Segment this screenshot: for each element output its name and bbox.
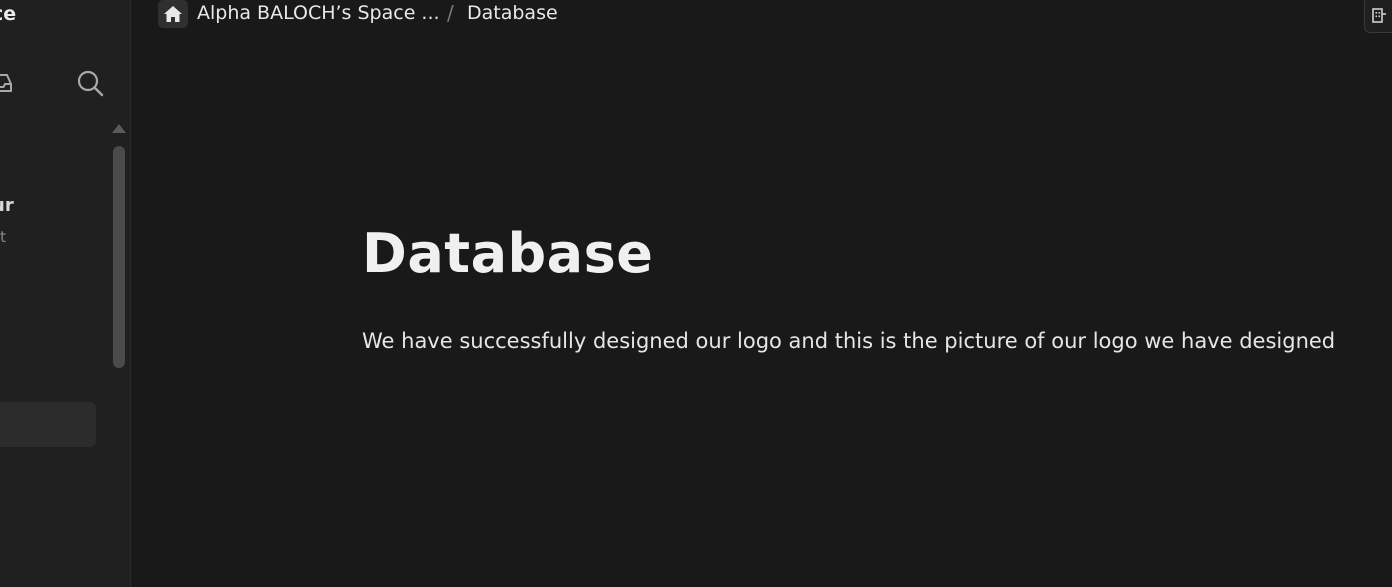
sidebar-page-item-subtitle: rt: [0, 228, 7, 246]
page-title[interactable]: Database: [362, 222, 653, 285]
page-paragraph[interactable]: We have successfully designed our logo a…: [362, 329, 1335, 353]
workspace-title[interactable]: ce: [0, 3, 16, 25]
sidebar: ce ur rt: [0, 0, 131, 587]
search-icon[interactable]: [75, 68, 105, 98]
home-button[interactable]: [158, 0, 188, 28]
breadcrumb-workspace[interactable]: Alpha BALOCH’s Space ...: [197, 2, 440, 24]
sidebar-page-item-title[interactable]: ur: [0, 195, 14, 216]
breadcrumb-separator: /: [447, 1, 454, 25]
sidebar-selected-item[interactable]: [0, 402, 96, 447]
building-icon: [1372, 7, 1386, 23]
top-right-button[interactable]: [1364, 0, 1392, 33]
topbar: Alpha BALOCH’s Space ... / Database: [131, 0, 1392, 33]
app-window: ce ur rt Alpha BALOCH’s Space ... / Data…: [0, 0, 1392, 587]
home-icon: [164, 6, 182, 22]
breadcrumb-current-page[interactable]: Database: [467, 2, 558, 24]
sidebar-scroll-up-arrow[interactable]: [112, 124, 126, 133]
inbox-icon[interactable]: [0, 70, 14, 96]
sidebar-scrollbar-thumb[interactable]: [113, 146, 125, 368]
